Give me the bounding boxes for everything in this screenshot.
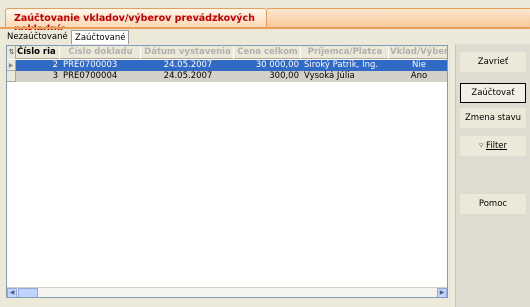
row-indicator	[7, 71, 16, 82]
cell-vklad-vyber: Áno	[410, 71, 428, 81]
horizontal-scrollbar[interactable]: ◀ ▶	[7, 287, 447, 297]
title-bar: Zaúčtovanie vkladov/výberov prevádzkovýc…	[0, 0, 530, 35]
col-header-cislo-dokladu[interactable]: Číslo dokladu	[61, 46, 141, 59]
close-button[interactable]: Zavrieť	[460, 52, 526, 72]
window-title: Zaúčtovanie vkladov/výberov prevádzkovýc…	[5, 8, 267, 35]
col-header-cislo-riadku[interactable]: Číslo ria	[17, 46, 60, 59]
filter-button-label: Filter	[485, 141, 508, 151]
cell-cislo-riadku: 2	[52, 60, 58, 70]
table-row[interactable]: 3 PRE0700004 24.05.2007 300,00 Vysoká Jú…	[7, 71, 447, 82]
post-button[interactable]: Zaúčtovať	[460, 83, 526, 103]
scroll-left-icon[interactable]: ◀	[7, 288, 17, 297]
post-button-label: Zaúčtovať	[471, 88, 515, 98]
col-header-cena[interactable]: Cena celkom	[235, 46, 301, 59]
tab-zauctovane[interactable]: Zaúčtované	[71, 30, 129, 44]
col-header-vklad-vyber[interactable]: Vklad/Výber	[390, 46, 447, 59]
help-button-label: Pomoc	[478, 199, 508, 209]
grid-corner[interactable]: ⇅	[7, 46, 16, 59]
table-row[interactable]: ▶ 2 PRE0700003 24.05.2007 30 000,00 Širo…	[7, 60, 447, 71]
scroll-right-icon[interactable]: ▶	[437, 288, 447, 297]
change-state-button-label: Zmena stavu	[464, 113, 522, 123]
cell-vklad-vyber: Nie	[412, 60, 426, 70]
filter-button[interactable]: ▿ Filter	[460, 136, 526, 156]
close-button-label: Zavrieť	[477, 57, 509, 67]
title-divider	[0, 27, 530, 29]
scroll-thumb[interactable]	[18, 288, 38, 297]
filter-icon: ▿	[478, 141, 484, 151]
action-panel: Zavrieť Zaúčtovať Zmena stavu ▿ Filter P…	[455, 44, 530, 307]
help-button[interactable]: Pomoc	[460, 194, 526, 214]
cell-cislo-dokladu: PRE0700003	[63, 60, 118, 70]
cell-prijemca: Široký Patrik, Ing.	[304, 60, 379, 70]
data-grid[interactable]: ⇅ Číslo ria Číslo dokladu Dátum vystaven…	[6, 45, 448, 298]
cell-cena: 300,00	[269, 71, 299, 81]
cell-cena: 30 000,00	[255, 60, 299, 70]
sort-icon: ⇅	[8, 48, 15, 56]
cell-datum: 24.05.2007	[163, 71, 213, 81]
cell-cislo-riadku: 3	[52, 71, 58, 81]
col-header-prijemca[interactable]: Príjemca/Platca	[302, 46, 389, 59]
row-pointer-icon: ▶	[7, 60, 16, 71]
change-state-button[interactable]: Zmena stavu	[460, 108, 526, 128]
tab-nezauctovane[interactable]: Nezaúčtované	[4, 30, 70, 44]
grid-header: ⇅ Číslo ria Číslo dokladu Dátum vystaven…	[7, 46, 447, 59]
cell-prijemca: Vysoká Júlia	[304, 71, 355, 81]
cell-cislo-dokladu: PRE0700004	[63, 71, 118, 81]
col-header-datum[interactable]: Dátum vystavenia	[142, 46, 234, 59]
cell-datum: 24.05.2007	[163, 60, 213, 70]
title-bar-fill	[267, 8, 530, 27]
